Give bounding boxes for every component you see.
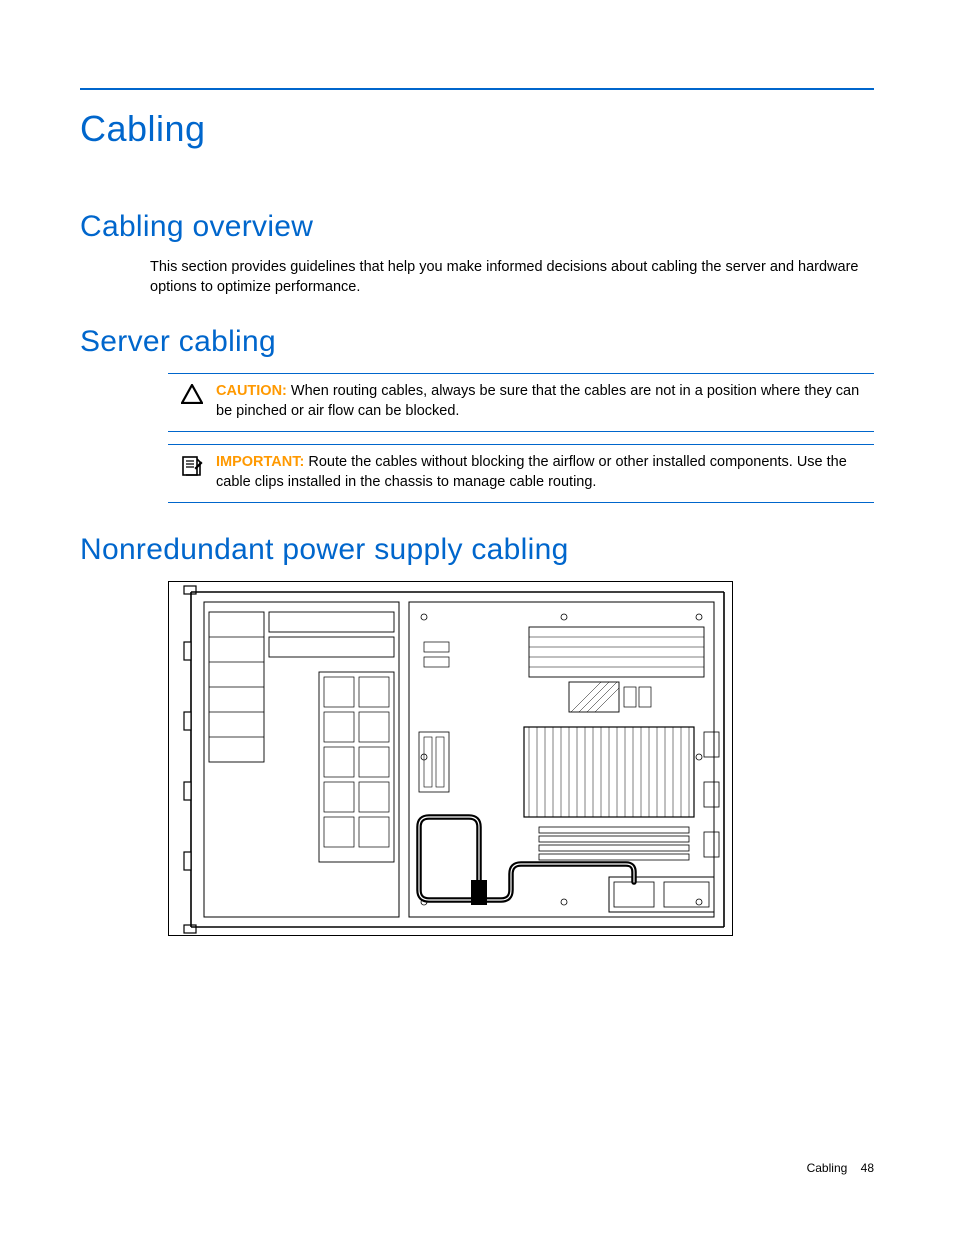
important-label: IMPORTANT:	[216, 454, 304, 470]
psu-cabling-diagram	[168, 581, 733, 936]
important-text: IMPORTANT: Route the cables without bloc…	[216, 453, 874, 492]
section-server-title: Server cabling	[80, 325, 874, 359]
page-title: Cabling	[80, 108, 874, 150]
caution-icon	[181, 384, 203, 404]
caution-label: CAUTION:	[216, 383, 287, 399]
section-psu-title: Nonredundant power supply cabling	[80, 533, 874, 567]
note-icon	[181, 455, 203, 477]
footer-page-number: 48	[861, 1161, 874, 1175]
top-rule	[80, 88, 874, 90]
page-footer: Cabling 48	[807, 1161, 874, 1175]
important-block: IMPORTANT: Route the cables without bloc…	[168, 444, 874, 503]
section-overview-title: Cabling overview	[80, 210, 874, 244]
important-body: Route the cables without blocking the ai…	[216, 454, 847, 490]
caution-body: When routing cables, always be sure that…	[216, 383, 859, 419]
caution-block: CAUTION: When routing cables, always be …	[168, 373, 874, 432]
caution-text: CAUTION: When routing cables, always be …	[216, 382, 874, 421]
footer-label: Cabling	[807, 1161, 848, 1175]
section-overview-text: This section provides guidelines that he…	[150, 258, 874, 297]
